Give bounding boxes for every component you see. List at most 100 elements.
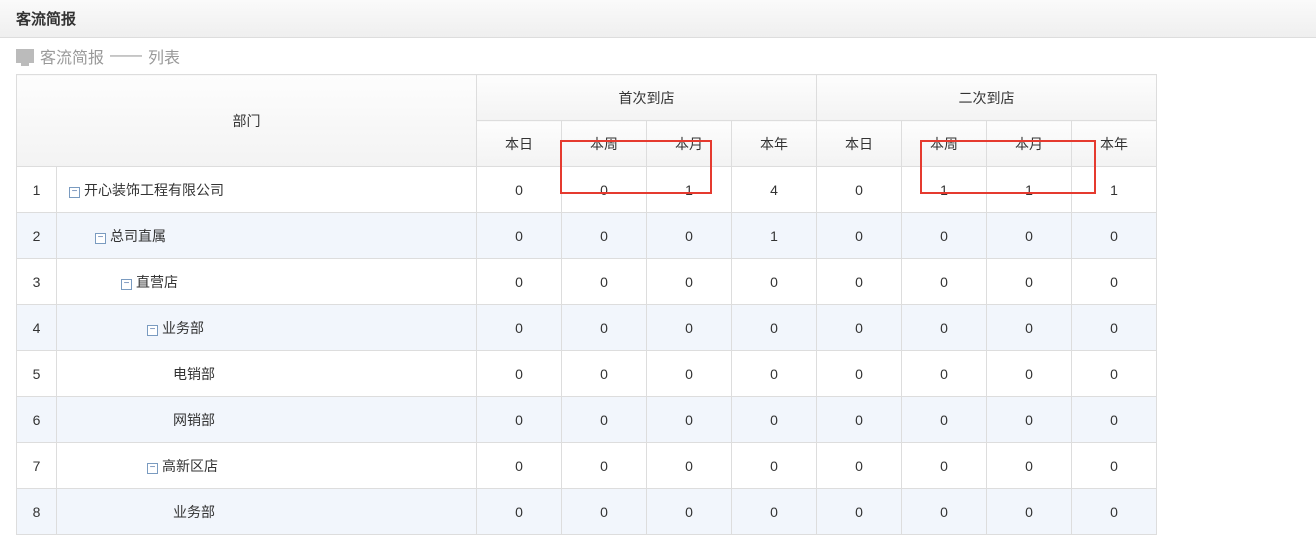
value-cell: 0: [562, 305, 647, 351]
value-cell: 0: [987, 213, 1072, 259]
value-cell: 0: [647, 213, 732, 259]
header-first-month: 本月: [647, 121, 732, 167]
header-second-month: 本月: [987, 121, 1072, 167]
value-cell: 0: [732, 351, 817, 397]
value-cell: 0: [817, 351, 902, 397]
table-row[interactable]: 7−高新区店00000000: [17, 443, 1157, 489]
value-cell: 0: [562, 489, 647, 535]
header-group-first: 首次到店: [477, 75, 817, 121]
dept-name: 高新区店: [162, 458, 218, 474]
header-second-year: 本年: [1072, 121, 1157, 167]
dept-name: 直营店: [136, 274, 178, 290]
table-row[interactable]: 6网销部00000000: [17, 397, 1157, 443]
tree-collapse-icon[interactable]: −: [147, 325, 158, 336]
header-second-week: 本周: [902, 121, 987, 167]
row-index: 7: [17, 443, 57, 489]
breadcrumb-suffix: 列表: [148, 44, 180, 68]
dept-cell: −直营店: [57, 259, 477, 305]
value-cell: 0: [732, 259, 817, 305]
report-table: 部门 首次到店 二次到店 本日 本周 本月 本年 本日 本周 本月 本年 1−开…: [16, 74, 1157, 535]
value-cell: 0: [817, 213, 902, 259]
value-cell: 0: [647, 351, 732, 397]
value-cell: 0: [647, 489, 732, 535]
value-cell: 0: [987, 443, 1072, 489]
value-cell: 0: [1072, 397, 1157, 443]
table-row[interactable]: 1−开心装饰工程有限公司00140111: [17, 167, 1157, 213]
dept-name: 业务部: [173, 504, 215, 520]
value-cell: 0: [1072, 213, 1157, 259]
value-cell: 0: [817, 443, 902, 489]
value-cell: 0: [1072, 305, 1157, 351]
tree-collapse-icon[interactable]: −: [69, 187, 80, 198]
value-cell: 0: [1072, 259, 1157, 305]
tree-collapse-icon[interactable]: −: [121, 279, 132, 290]
tree-collapse-icon[interactable]: −: [95, 233, 106, 244]
value-cell: 0: [477, 305, 562, 351]
value-cell: 0: [902, 397, 987, 443]
value-cell: 0: [902, 489, 987, 535]
value-cell: 0: [562, 351, 647, 397]
value-cell: 0: [817, 259, 902, 305]
dept-cell: −业务部: [57, 305, 477, 351]
value-cell: 0: [817, 167, 902, 213]
value-cell: 0: [902, 259, 987, 305]
value-cell: 0: [647, 443, 732, 489]
value-cell: 0: [1072, 351, 1157, 397]
value-cell: 0: [477, 351, 562, 397]
breadcrumb-sep: ——: [110, 47, 142, 65]
row-index: 6: [17, 397, 57, 443]
breadcrumb: 客流简报 —— 列表: [0, 38, 1316, 74]
row-index: 3: [17, 259, 57, 305]
value-cell: 1: [987, 167, 1072, 213]
breadcrumb-prefix: 客流简报: [40, 44, 104, 68]
header-second-today: 本日: [817, 121, 902, 167]
value-cell: 0: [902, 351, 987, 397]
header-first-year: 本年: [732, 121, 817, 167]
value-cell: 0: [647, 305, 732, 351]
dept-name: 总司直属: [110, 228, 166, 244]
value-cell: 0: [817, 489, 902, 535]
row-index: 8: [17, 489, 57, 535]
dept-name: 网销部: [173, 412, 215, 428]
dept-cell: −开心装饰工程有限公司: [57, 167, 477, 213]
value-cell: 0: [477, 397, 562, 443]
value-cell: 0: [647, 397, 732, 443]
dept-cell: −高新区店: [57, 443, 477, 489]
table-row[interactable]: 3−直营店00000000: [17, 259, 1157, 305]
value-cell: 0: [987, 351, 1072, 397]
value-cell: 0: [647, 259, 732, 305]
value-cell: 0: [987, 397, 1072, 443]
header-first-today: 本日: [477, 121, 562, 167]
value-cell: 4: [732, 167, 817, 213]
table-row[interactable]: 2−总司直属00010000: [17, 213, 1157, 259]
table-row[interactable]: 8业务部00000000: [17, 489, 1157, 535]
value-cell: 0: [987, 489, 1072, 535]
value-cell: 0: [477, 213, 562, 259]
row-index: 5: [17, 351, 57, 397]
value-cell: 0: [477, 443, 562, 489]
table-row[interactable]: 5电销部00000000: [17, 351, 1157, 397]
value-cell: 0: [477, 489, 562, 535]
table-container: 部门 首次到店 二次到店 本日 本周 本月 本年 本日 本周 本月 本年 1−开…: [0, 74, 1316, 535]
header-dept: 部门: [17, 75, 477, 167]
value-cell: 1: [647, 167, 732, 213]
value-cell: 0: [732, 489, 817, 535]
monitor-icon: [16, 49, 34, 63]
row-index: 2: [17, 213, 57, 259]
value-cell: 0: [987, 259, 1072, 305]
header-group-second: 二次到店: [817, 75, 1157, 121]
value-cell: 0: [1072, 489, 1157, 535]
tree-collapse-icon[interactable]: −: [147, 463, 158, 474]
dept-name: 业务部: [162, 320, 204, 336]
value-cell: 0: [477, 259, 562, 305]
value-cell: 0: [987, 305, 1072, 351]
row-index: 1: [17, 167, 57, 213]
table-row[interactable]: 4−业务部00000000: [17, 305, 1157, 351]
dept-cell: −总司直属: [57, 213, 477, 259]
value-cell: 0: [562, 213, 647, 259]
value-cell: 0: [1072, 443, 1157, 489]
page-title-bar: 客流简报: [0, 0, 1316, 38]
value-cell: 0: [732, 305, 817, 351]
value-cell: 0: [562, 443, 647, 489]
value-cell: 1: [902, 167, 987, 213]
